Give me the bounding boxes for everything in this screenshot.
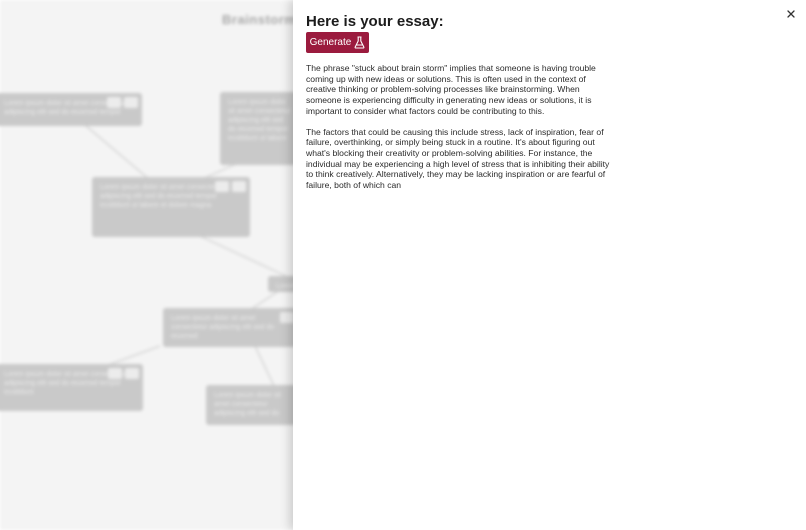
mindmap-node: Lorem ipsum dolor sit amet consectetur a… <box>0 364 143 411</box>
node-edit-icon <box>107 97 121 108</box>
generate-button-label: Generate <box>309 37 352 48</box>
mindmap-node-text: Lorem ipsum dolor sit amet consectetur a… <box>228 99 291 142</box>
mindmap-node: Lorem ipsum dolor sit amet consectetur a… <box>220 92 300 165</box>
mindmap-node: Lorem ipsum dolor sit amet consectetur a… <box>0 93 142 126</box>
mindmap-node-text: Lorem ipsum dolor sit amet consectetur a… <box>171 315 275 340</box>
essay-paragraph: The factors that could be causing this i… <box>306 126 610 191</box>
mindmap-node-text: Lorem ipsum <box>276 283 296 290</box>
generate-button[interactable]: Generate <box>306 32 369 53</box>
mindmap-node-text: Lorem ipsum dolor sit amet consectetur a… <box>214 392 281 417</box>
flask-icon <box>354 36 365 49</box>
essay-drawer: Here is your essay: Generate The phrase … <box>293 0 806 530</box>
node-delete-icon <box>232 181 246 192</box>
node-delete-icon <box>125 368 139 379</box>
mindmap-node: Lorem ipsum dolor sit amet consectetur a… <box>92 177 250 237</box>
essay-body: The phrase "stuck about brain storm" imp… <box>306 63 613 201</box>
node-edit-icon <box>108 368 122 379</box>
drawer-title: Here is your essay: <box>306 13 444 30</box>
node-edit-icon <box>215 181 229 192</box>
node-edit-icon <box>280 312 294 323</box>
mindmap-node: Lorem ipsum dolor sit amet consectetur a… <box>163 308 298 347</box>
node-delete-icon <box>124 97 138 108</box>
close-icon <box>787 10 795 18</box>
mindmap-node: Lorem ipsum dolor sit amet consectetur a… <box>206 385 300 425</box>
close-button[interactable] <box>784 7 798 21</box>
essay-paragraph: The phrase "stuck about brain storm" imp… <box>306 63 596 116</box>
